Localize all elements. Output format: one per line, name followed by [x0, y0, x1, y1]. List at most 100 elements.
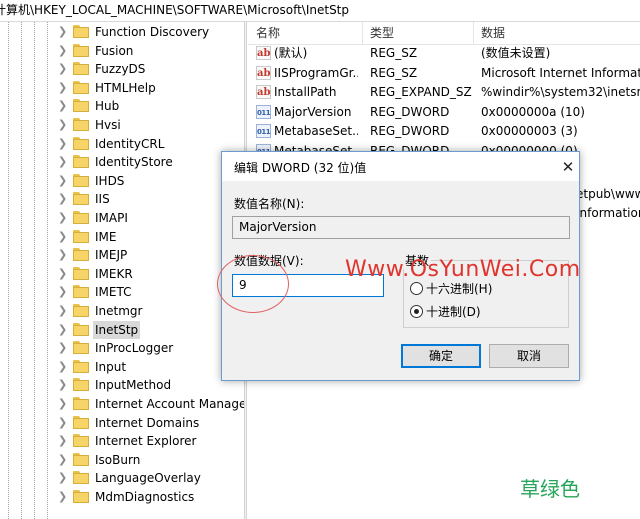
folder-icon [73, 118, 89, 131]
folder-icon [73, 266, 89, 280]
decimal-radio-label[interactable]: 十进制(D) [426, 303, 481, 320]
folder-icon [73, 471, 89, 485]
chevron-right-icon[interactable]: ❯ [58, 249, 70, 261]
chevron-right-icon[interactable]: ❯ [58, 416, 70, 429]
chevron-right-icon[interactable]: ❯ [58, 472, 70, 484]
chevron-right-icon[interactable]: ❯ [58, 453, 70, 466]
hex-radio[interactable] [410, 282, 423, 295]
address-bar[interactable]: 计算机\HKEY_LOCAL_MACHINE\SOFTWARE\Microsof… [0, 0, 640, 22]
close-icon[interactable]: ✕ [555, 153, 581, 181]
value-row[interactable]: 011 MajorVersion REG_DWORD 0x0000000a (10) [248, 103, 640, 122]
tree-item-label: IIS [95, 192, 110, 207]
tree-item-label: IMETC [95, 285, 132, 300]
folder-icon [73, 136, 89, 150]
highlight-circle [217, 255, 289, 313]
tree-item-label: InputMethod [95, 378, 172, 393]
chevron-right-icon[interactable]: ❯ [58, 212, 70, 224]
value-name-label: 数值名称(N): [234, 197, 305, 211]
chevron-right-icon[interactable]: ❯ [58, 398, 70, 410]
chevron-right-icon[interactable]: ❯ [58, 137, 70, 150]
chevron-right-icon[interactable]: ❯ [58, 174, 70, 187]
folder-icon [73, 359, 89, 373]
chevron-right-icon[interactable]: ❯ [58, 100, 70, 112]
value-name: (默认) [274, 46, 308, 60]
tree-item-label: IdentityCRL [95, 136, 165, 151]
tree-item-label: MdmDiagnostics [95, 490, 195, 504]
binary-value-icon: 011 [256, 104, 271, 119]
folder-icon [73, 304, 89, 317]
chevron-right-icon[interactable]: ❯ [58, 156, 70, 168]
dialog-title: 编辑 DWORD (32 位)值 [234, 161, 367, 175]
tree-guide-line [21, 22, 22, 519]
registry-tree[interactable]: ❯ Function Discovery ❯ Fusion ❯ FuzzyDS ❯ HTMLH… [0, 22, 244, 519]
folder-icon [73, 378, 89, 392]
decimal-radio[interactable] [410, 305, 423, 318]
ok-button[interactable]: 确定 [401, 344, 481, 368]
value-data: Microsoft Internet Information [481, 65, 640, 80]
header-name[interactable]: 名称 [248, 22, 280, 44]
value-type: REG_SZ [370, 65, 418, 80]
chevron-right-icon[interactable]: ❯ [58, 63, 70, 75]
value-data: 0x00000003 (3) [481, 124, 578, 138]
value-name-field[interactable]: MajorVersion [232, 216, 570, 239]
tree-item-label: IsoBurn [95, 452, 141, 467]
tree-item-label: Internet Explorer [95, 434, 197, 449]
chevron-right-icon[interactable]: ❯ [58, 305, 70, 317]
tree-item-label: HTMLHelp [95, 80, 156, 95]
value-name: IISProgramGr... [274, 65, 358, 80]
value-row[interactable]: ab InstallPath REG_EXPAND_SZ %windir%\syste… [248, 83, 640, 102]
folder-icon [73, 434, 89, 448]
value-name: MetabaseSet... [274, 124, 358, 138]
value-type: REG_DWORD [370, 104, 450, 119]
tree-item-label: IMEJP [95, 248, 128, 263]
chevron-right-icon[interactable]: ❯ [58, 379, 70, 391]
folder-icon [73, 397, 89, 410]
list-header: 名称 类型 数据 [248, 22, 640, 45]
value-row[interactable]: ab (默认) REG_SZ (数值未设置) [248, 44, 640, 63]
chevron-right-icon[interactable]: ❯ [58, 44, 70, 57]
folder-icon [73, 341, 89, 355]
tree-item-label: IMEKR [95, 266, 133, 281]
value-type: REG_DWORD [370, 124, 450, 138]
header-type[interactable]: 类型 [362, 22, 394, 44]
value-row[interactable]: 011 MetabaseSet... REG_DWORD 0x00000003 (3) [248, 122, 640, 141]
folder-icon [73, 248, 89, 262]
chevron-right-icon[interactable]: ❯ [58, 435, 70, 447]
chevron-right-icon[interactable]: ❯ [58, 342, 70, 354]
value-data: 0x0000000a (10) [481, 104, 585, 119]
hex-radio-label[interactable]: 十六进制(H) [426, 280, 492, 297]
chevron-right-icon[interactable]: ❯ [58, 286, 70, 298]
value-name: MajorVersion [274, 104, 352, 119]
folder-icon [73, 322, 89, 336]
partial-data: etpub\www [576, 187, 640, 201]
tree-guide-line [34, 22, 35, 519]
chevron-right-icon[interactable]: ❯ [58, 267, 70, 280]
chevron-right-icon[interactable]: ❯ [58, 360, 70, 373]
folder-icon [73, 192, 89, 206]
tree-guide-line [47, 22, 48, 519]
tree-item-label: LanguageOverlay [95, 471, 201, 486]
chevron-right-icon[interactable]: ❯ [58, 81, 70, 94]
folder-icon [73, 80, 89, 94]
tree-item-label: IMAPI [95, 211, 128, 225]
folder-icon [73, 490, 89, 503]
tree-item-label: Hvsi [95, 118, 121, 132]
chevron-right-icon[interactable]: ❯ [58, 323, 70, 336]
tree-item-label: Hub [95, 99, 120, 114]
folder-icon [73, 25, 89, 38]
folder-icon [73, 173, 89, 187]
folder-icon [73, 415, 89, 429]
tree-item-label: FuzzyDS [95, 62, 146, 77]
tree-item-label: InetStp [93, 320, 141, 339]
string-value-icon: ab [256, 46, 271, 60]
chevron-right-icon[interactable]: ❯ [58, 193, 70, 205]
chevron-right-icon[interactable]: ❯ [58, 26, 70, 38]
tree-item-label: Internet Account Manage [95, 397, 244, 411]
partial-data: Information [576, 206, 640, 220]
chevron-right-icon[interactable]: ❯ [58, 119, 70, 131]
value-row[interactable]: ab IISProgramGr... REG_SZ Microsoft Interne… [248, 64, 640, 83]
header-data[interactable]: 数据 [473, 22, 505, 44]
cancel-button[interactable]: 取消 [489, 344, 569, 368]
chevron-right-icon[interactable]: ❯ [58, 230, 70, 243]
chevron-right-icon[interactable]: ❯ [58, 491, 70, 503]
